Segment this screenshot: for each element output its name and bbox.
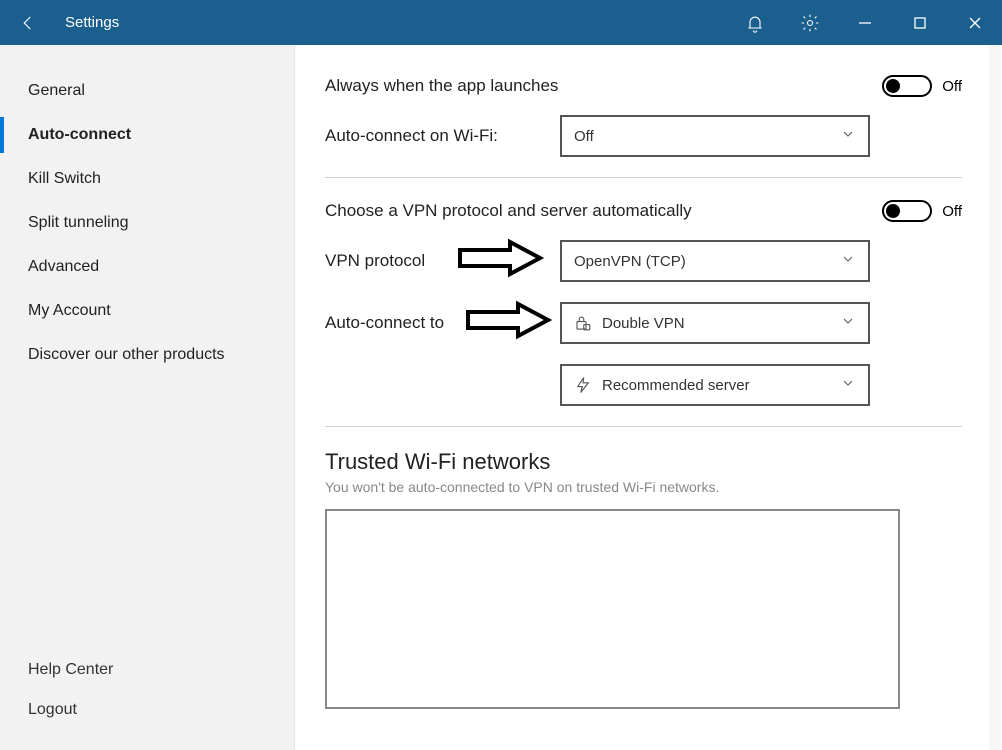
divider: [325, 426, 962, 427]
auto-protocol-label: Choose a VPN protocol and server automat…: [325, 201, 882, 221]
trusted-subtitle: You won't be auto-connected to VPN on tr…: [325, 479, 962, 495]
minimize-button[interactable]: [837, 0, 892, 45]
nav-kill-switch[interactable]: Kill Switch: [0, 157, 294, 201]
wifi-select-value: Off: [574, 128, 594, 145]
lightning-icon: [574, 376, 592, 394]
always-launch-toggle[interactable]: [882, 75, 932, 97]
divider: [325, 177, 962, 178]
annotation-arrow-icon: [463, 300, 553, 345]
auto-protocol-state: Off: [942, 203, 962, 220]
nav-general[interactable]: General: [0, 69, 294, 113]
nav-help-center[interactable]: Help Center: [0, 650, 294, 690]
nav-auto-connect[interactable]: Auto-connect: [0, 113, 294, 157]
scrollbar[interactable]: [989, 45, 1001, 750]
chevron-down-icon: [840, 126, 856, 146]
lock-icon: [574, 314, 592, 332]
chevron-down-icon: [840, 251, 856, 271]
main-panel: Always when the app launches Off Auto-co…: [295, 45, 1002, 750]
connect-to-select[interactable]: Double VPN: [560, 302, 870, 344]
sidebar: General Auto-connect Kill Switch Split t…: [0, 45, 295, 750]
chevron-down-icon: [840, 313, 856, 333]
always-launch-state: Off: [942, 78, 962, 95]
nav-logout[interactable]: Logout: [0, 690, 294, 730]
server-select-value: Recommended server: [602, 377, 750, 394]
close-button[interactable]: [947, 0, 1002, 45]
always-launch-label: Always when the app launches: [325, 76, 882, 96]
nav-advanced[interactable]: Advanced: [0, 245, 294, 289]
connect-to-select-value: Double VPN: [602, 315, 685, 332]
maximize-button[interactable]: [892, 0, 947, 45]
wifi-select[interactable]: Off: [560, 115, 870, 157]
trusted-title: Trusted Wi-Fi networks: [325, 449, 962, 475]
protocol-select-value: OpenVPN (TCP): [574, 253, 686, 270]
window-title: Settings: [65, 14, 119, 31]
auto-protocol-toggle[interactable]: [882, 200, 932, 222]
server-select[interactable]: Recommended server: [560, 364, 870, 406]
nav-discover-products[interactable]: Discover our other products: [0, 333, 294, 377]
notifications-icon[interactable]: [727, 0, 782, 45]
titlebar: Settings: [0, 0, 1002, 45]
settings-gear-icon[interactable]: [782, 0, 837, 45]
nav-my-account[interactable]: My Account: [0, 289, 294, 333]
chevron-down-icon: [840, 375, 856, 395]
trusted-networks-list[interactable]: [325, 509, 900, 709]
protocol-select[interactable]: OpenVPN (TCP): [560, 240, 870, 282]
wifi-label: Auto-connect on Wi-Fi:: [325, 126, 560, 146]
back-button[interactable]: [0, 0, 55, 45]
annotation-arrow-icon: [455, 238, 545, 283]
nav-split-tunneling[interactable]: Split tunneling: [0, 201, 294, 245]
